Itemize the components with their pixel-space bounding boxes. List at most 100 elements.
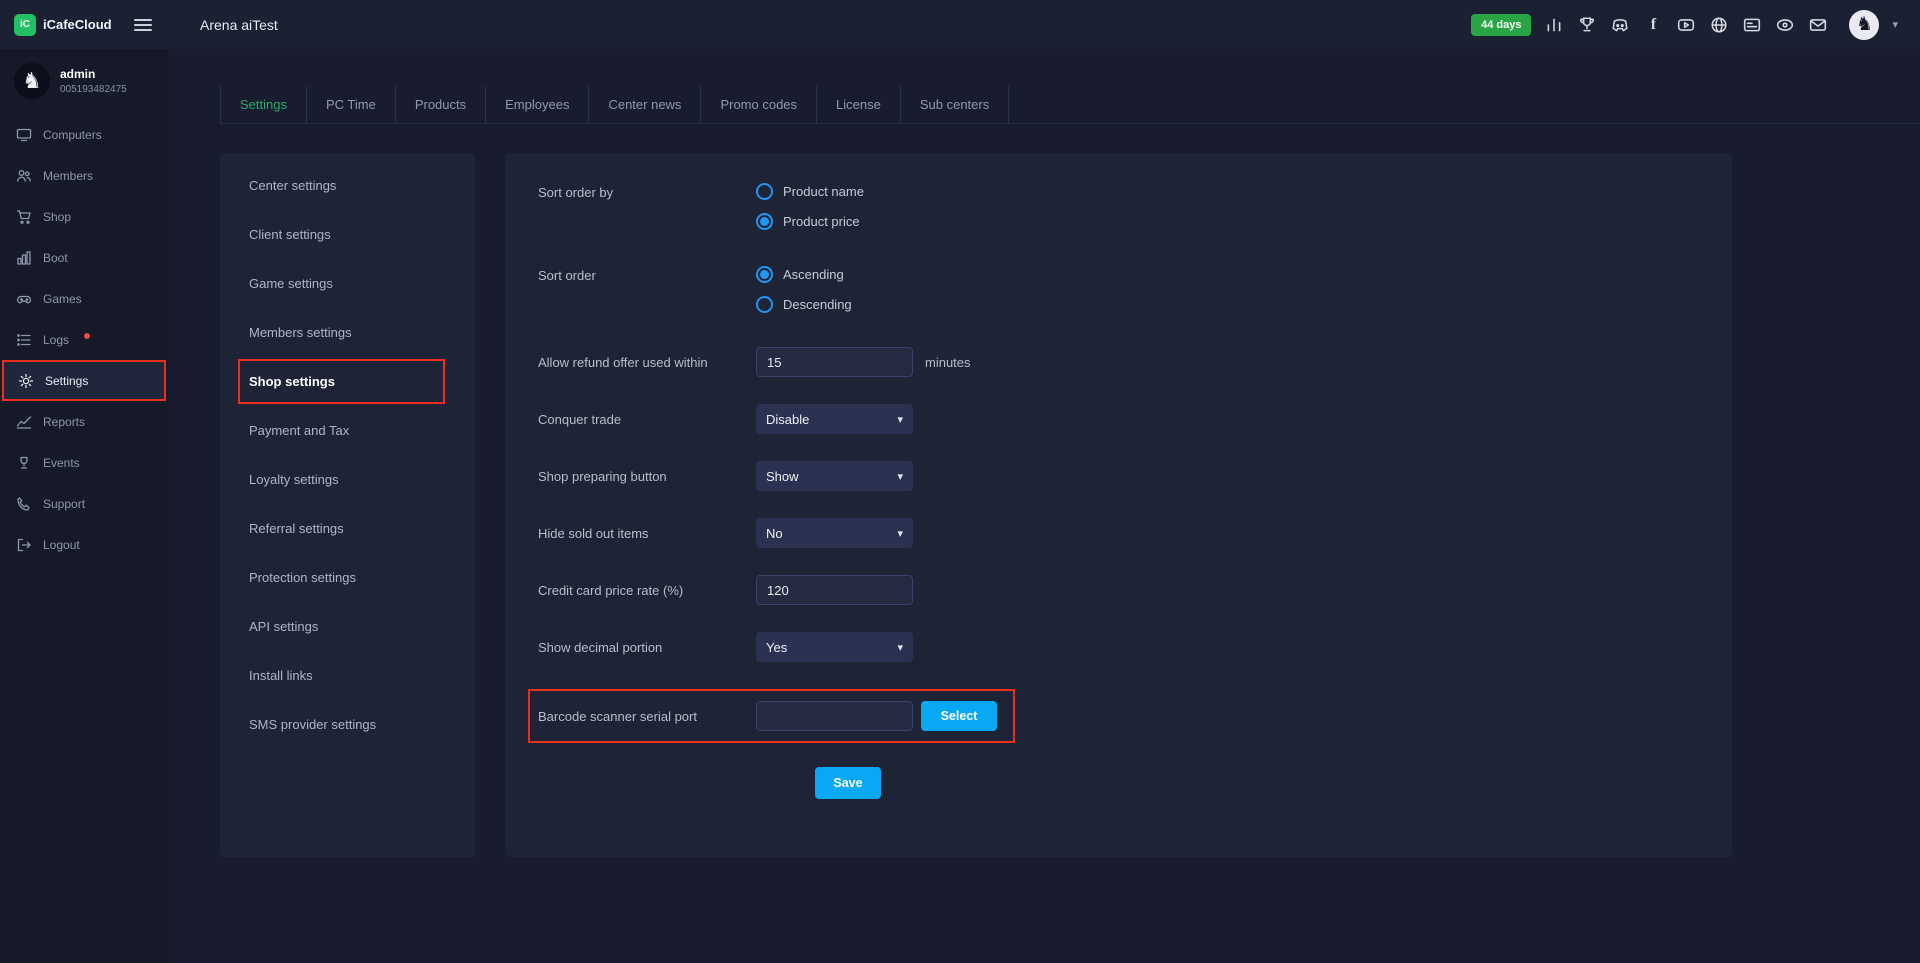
logout-icon bbox=[16, 537, 32, 553]
gamepad-icon bbox=[16, 291, 32, 307]
brand-area: iC iCafeCloud bbox=[0, 14, 168, 36]
sidebar-item-support[interactable]: Support bbox=[0, 483, 168, 524]
teamviewer-icon[interactable] bbox=[1775, 15, 1795, 35]
tab-bar: Settings PC Time Products Employees Cent… bbox=[220, 86, 1920, 124]
chevron-down-icon: ▾ bbox=[897, 641, 903, 654]
sidebar-item-members[interactable]: Members bbox=[0, 155, 168, 196]
tab-pc-time[interactable]: PC Time bbox=[307, 86, 396, 123]
report-chart-icon bbox=[16, 414, 32, 430]
tab-settings[interactable]: Settings bbox=[220, 86, 307, 123]
trophy-icon[interactable] bbox=[1577, 15, 1597, 35]
mail-icon[interactable] bbox=[1808, 15, 1828, 35]
form-row-sort-order-by: Sort order by Product name Product price bbox=[538, 183, 1732, 230]
monitor-icon bbox=[16, 127, 32, 143]
sidebar-item-events[interactable]: Events bbox=[0, 442, 168, 483]
settings-category-nav: Center settings Client settings Game set… bbox=[220, 153, 475, 857]
sidebar-item-boot[interactable]: Boot bbox=[0, 237, 168, 278]
form-row-show-decimal-portion: Show decimal portion Yes ▾ bbox=[538, 632, 1732, 662]
phone-icon bbox=[16, 496, 32, 512]
id-card-icon[interactable] bbox=[1742, 15, 1762, 35]
discord-icon[interactable] bbox=[1610, 15, 1630, 35]
barcode-scanner-serial-port-label: Barcode scanner serial port bbox=[538, 709, 756, 724]
sidebar-item-shop[interactable]: Shop bbox=[0, 196, 168, 237]
credit-card-price-rate-label: Credit card price rate (%) bbox=[538, 583, 756, 598]
topbar: iC iCafeCloud Arena aiTest 44 days f bbox=[0, 0, 1920, 49]
nav-item-center-settings[interactable]: Center settings bbox=[220, 161, 475, 210]
nav-item-referral-settings[interactable]: Referral settings bbox=[220, 504, 475, 553]
radio-checked-icon bbox=[756, 213, 773, 230]
youtube-icon[interactable] bbox=[1676, 15, 1696, 35]
events-trophy-icon bbox=[16, 455, 32, 471]
tab-license[interactable]: License bbox=[817, 86, 901, 123]
hamburger-menu-icon[interactable] bbox=[134, 19, 152, 31]
brand-name: iCafeCloud bbox=[43, 17, 112, 32]
conquer-trade-select[interactable]: Disable ▾ bbox=[756, 404, 913, 434]
barcode-scanner-serial-port-input[interactable] bbox=[756, 701, 913, 731]
hide-sold-out-label: Hide sold out items bbox=[538, 526, 756, 541]
globe-icon[interactable] bbox=[1709, 15, 1729, 35]
nav-item-payment-and-tax[interactable]: Payment and Tax bbox=[220, 406, 475, 455]
gear-icon bbox=[18, 373, 34, 389]
form-row-save: Save bbox=[538, 767, 1732, 799]
tab-sub-centers[interactable]: Sub centers bbox=[901, 86, 1009, 123]
sidebar-item-games[interactable]: Games bbox=[0, 278, 168, 319]
shop-preparing-button-select[interactable]: Show ▾ bbox=[756, 461, 913, 491]
chevron-down-icon: ▾ bbox=[897, 527, 903, 540]
nav-item-game-settings[interactable]: Game settings bbox=[220, 259, 475, 308]
sidebar-user-block: ♞ admin 005193482475 bbox=[0, 49, 168, 99]
radio-product-price[interactable]: Product price bbox=[756, 213, 864, 230]
sidebar-user-name: admin bbox=[60, 67, 127, 81]
nav-item-client-settings[interactable]: Client settings bbox=[220, 210, 475, 259]
save-button[interactable]: Save bbox=[815, 767, 881, 799]
nav-item-loyalty-settings[interactable]: Loyalty settings bbox=[220, 455, 475, 504]
radio-ascending[interactable]: Ascending bbox=[756, 266, 852, 283]
chevron-down-icon[interactable]: ▾ bbox=[1892, 18, 1898, 31]
select-port-button[interactable]: Select bbox=[921, 701, 997, 731]
tab-promo-codes[interactable]: Promo codes bbox=[701, 86, 817, 123]
sidebar-item-computers[interactable]: Computers bbox=[0, 114, 168, 155]
form-row-refund-within: Allow refund offer used within minutes bbox=[538, 347, 1732, 377]
tab-center-news[interactable]: Center news bbox=[589, 86, 701, 123]
tab-employees[interactable]: Employees bbox=[486, 86, 589, 123]
chevron-down-icon: ▾ bbox=[897, 470, 903, 483]
form-row-sort-order: Sort order Ascending Descending bbox=[538, 266, 1732, 313]
show-decimal-portion-select[interactable]: Yes ▾ bbox=[756, 632, 913, 662]
sidebar-item-logout[interactable]: Logout bbox=[0, 524, 168, 565]
user-avatar[interactable]: ♞ bbox=[1849, 10, 1879, 40]
members-icon bbox=[16, 168, 32, 184]
form-row-credit-card-price-rate: Credit card price rate (%) bbox=[538, 575, 1732, 605]
radio-product-name[interactable]: Product name bbox=[756, 183, 864, 200]
nav-item-members-settings[interactable]: Members settings bbox=[220, 308, 475, 357]
sidebar-item-settings[interactable]: Settings bbox=[2, 360, 166, 401]
nav-item-shop-settings[interactable]: Shop settings bbox=[238, 359, 445, 404]
nav-item-protection-settings[interactable]: Protection settings bbox=[220, 553, 475, 602]
refund-within-label: Allow refund offer used within bbox=[538, 355, 756, 370]
credit-card-price-rate-input[interactable] bbox=[756, 575, 913, 605]
brand-logo-link[interactable]: iC iCafeCloud bbox=[14, 14, 112, 36]
nav-item-install-links[interactable]: Install links bbox=[220, 651, 475, 700]
radio-descending[interactable]: Descending bbox=[756, 296, 852, 313]
shop-preparing-button-label: Shop preparing button bbox=[538, 469, 756, 484]
tab-products[interactable]: Products bbox=[396, 86, 486, 123]
form-row-shop-preparing-button: Shop preparing button Show ▾ bbox=[538, 461, 1732, 491]
show-decimal-portion-label: Show decimal portion bbox=[538, 640, 756, 655]
cart-icon bbox=[16, 209, 32, 225]
license-days-badge[interactable]: 44 days bbox=[1471, 14, 1531, 36]
radio-unchecked-icon bbox=[756, 183, 773, 200]
icafecloud-logo-icon: iC bbox=[14, 14, 36, 36]
hide-sold-out-select[interactable]: No ▾ bbox=[756, 518, 913, 548]
nav-item-sms-provider-settings[interactable]: SMS provider settings bbox=[220, 700, 475, 749]
chart-icon[interactable] bbox=[1544, 15, 1564, 35]
chevron-down-icon: ▾ bbox=[897, 413, 903, 426]
refund-within-input[interactable] bbox=[756, 347, 913, 377]
sidebar-item-reports[interactable]: Reports bbox=[0, 401, 168, 442]
topbar-right: 44 days f ♞ ▾ bbox=[1471, 10, 1920, 40]
sidebar-user-id: 005193482475 bbox=[60, 84, 127, 95]
page-layout: ♞ admin 005193482475 Computers Members S… bbox=[0, 0, 1920, 963]
conquer-trade-label: Conquer trade bbox=[538, 412, 756, 427]
sidebar-item-logs[interactable]: Logs bbox=[0, 319, 168, 360]
nav-item-api-settings[interactable]: API settings bbox=[220, 602, 475, 651]
facebook-icon[interactable]: f bbox=[1643, 15, 1663, 35]
form-row-conquer-trade: Conquer trade Disable ▾ bbox=[538, 404, 1732, 434]
annotation-box-barcode: Barcode scanner serial port Select bbox=[528, 689, 1015, 743]
